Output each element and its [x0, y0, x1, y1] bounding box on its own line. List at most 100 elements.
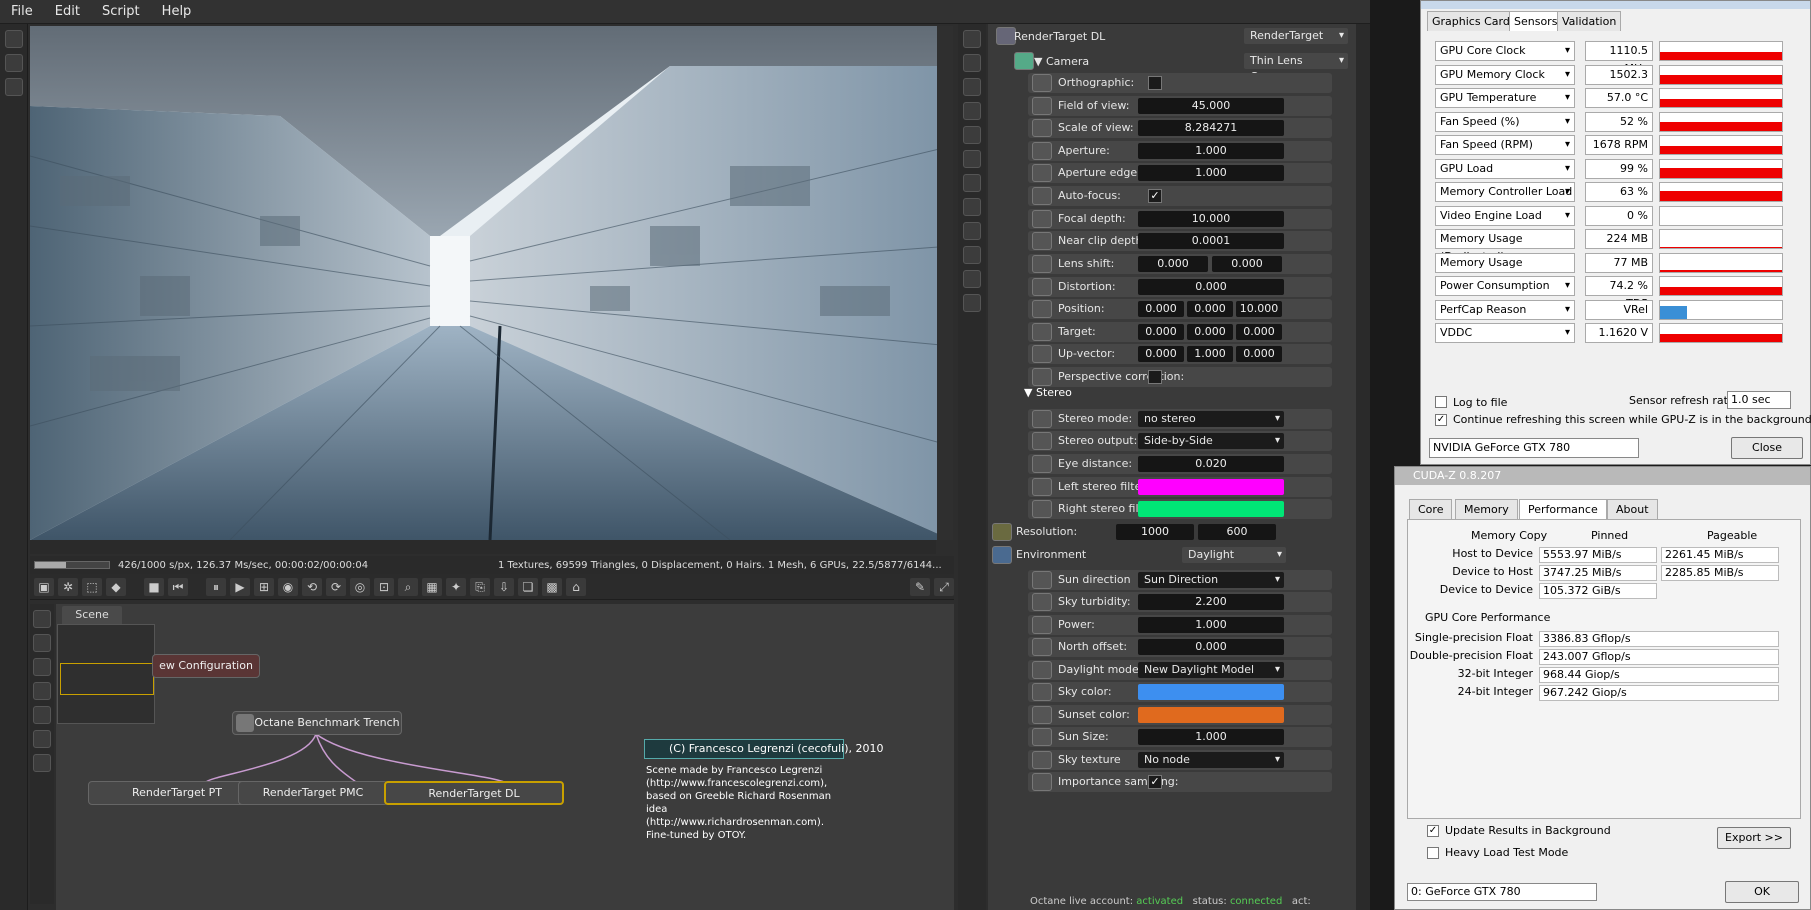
prop-anim-icon[interactable] — [1032, 432, 1052, 450]
refresh-rate-select[interactable]: 1.0 sec — [1727, 391, 1791, 409]
prop-anim-icon[interactable] — [1032, 500, 1052, 518]
prop-value-power[interactable]: 1.000 — [1138, 617, 1284, 633]
prop-color-swatch-sky-color[interactable] — [1138, 684, 1284, 700]
camera-type-select[interactable]: Thin Lens Camera — [1244, 53, 1348, 83]
mesh-icon[interactable] — [963, 174, 981, 192]
prop-select-daylight-model[interactable]: New Daylight Model — [1138, 662, 1284, 678]
tool-icon[interactable]: ⊡ — [374, 577, 394, 596]
prop-value-focal[interactable]: 10.000 — [1138, 211, 1284, 227]
prop-value-turbidity[interactable]: 2.200 — [1138, 594, 1284, 610]
node-tool-icon[interactable] — [33, 610, 51, 628]
prop-value-scale[interactable]: 8.284271 — [1138, 120, 1284, 136]
prop-anim-icon[interactable] — [1032, 119, 1052, 137]
region-icon[interactable]: ⬚ — [82, 577, 102, 596]
node-tool-icon[interactable] — [33, 634, 51, 652]
tab-about[interactable]: About — [1607, 499, 1658, 519]
environment-label[interactable]: Environment — [1016, 548, 1086, 561]
prop-anim-icon[interactable] — [1032, 323, 1052, 341]
prop-checkbox-autofocus[interactable]: ✓ — [1148, 189, 1162, 203]
prop-value-aperture[interactable]: 1.000 — [1138, 143, 1284, 159]
prop-value-eye[interactable]: 0.020 — [1138, 456, 1284, 472]
prop-value-y[interactable]: 1.000 — [1187, 346, 1233, 362]
prop-value-aperture-edge[interactable]: 1.000 — [1138, 165, 1284, 181]
sensor-name-select[interactable]: GPU Memory Clock — [1435, 64, 1575, 85]
prop-anim-icon[interactable] — [1032, 728, 1052, 746]
node-graph-minimap[interactable] — [57, 624, 155, 724]
node-tool-icon[interactable] — [33, 730, 51, 748]
sensor-name-select[interactable]: PerfCap Reason — [1435, 299, 1575, 320]
prop-anim-icon[interactable] — [1032, 300, 1052, 318]
prop-anim-icon[interactable] — [1032, 410, 1052, 428]
tab-performance[interactable]: Performance — [1519, 499, 1607, 519]
viewport-vertical-scrollbar[interactable] — [937, 26, 953, 540]
prop-anim-icon[interactable] — [1032, 164, 1052, 182]
sensor-name-select[interactable]: Memory Controller Load — [1435, 182, 1575, 202]
prop-anim-icon[interactable] — [1032, 593, 1052, 611]
prop-value-near[interactable]: 0.0001 — [1138, 233, 1284, 249]
tool-icon[interactable]: ⌂ — [566, 577, 586, 596]
prop-anim-icon[interactable] — [1032, 278, 1052, 296]
tool-icon[interactable]: ❏ — [518, 577, 538, 596]
sensor-name-select[interactable]: Fan Speed (RPM) — [1435, 135, 1575, 155]
prop-checkbox-orthographic[interactable] — [1148, 76, 1162, 90]
monitor-icon[interactable] — [963, 150, 981, 168]
prop-anim-icon[interactable] — [1032, 706, 1052, 724]
menu-help[interactable]: Help — [151, 4, 203, 19]
prop-anim-icon[interactable] — [1032, 773, 1052, 791]
tool-icon[interactable]: ⎘ — [470, 577, 490, 596]
node-tool-icon[interactable] — [33, 754, 51, 772]
save-image-icon[interactable]: ▣ — [34, 577, 54, 596]
prop-value-y[interactable]: 0.000 — [1187, 324, 1233, 340]
tab-memory[interactable]: Memory — [1455, 499, 1518, 519]
prop-select-sky-texture[interactable]: No node — [1138, 752, 1284, 768]
update-background-checkbox[interactable]: ✓ — [1427, 825, 1439, 837]
zoom-icon[interactable]: ⌕ — [398, 577, 418, 596]
prop-anim-icon[interactable] — [1032, 571, 1052, 589]
tool-icon[interactable]: ⇩ — [494, 577, 514, 596]
image-icon[interactable] — [963, 102, 981, 120]
prop-value-x[interactable]: 0.000 — [1138, 324, 1184, 340]
close-button[interactable]: Close — [1731, 437, 1803, 459]
material-icon[interactable] — [963, 270, 981, 288]
prop-select-stereo-mode[interactable]: no stereo — [1138, 411, 1284, 427]
prop-value-z[interactable]: 10.000 — [1236, 301, 1282, 317]
texture-icon[interactable] — [963, 246, 981, 264]
tool-icon[interactable]: ◉ — [278, 577, 298, 596]
prop-anim-icon[interactable] — [1032, 187, 1052, 205]
clear-icon[interactable]: ✲ — [58, 577, 78, 596]
prop-value-x[interactable]: 0.000 — [1138, 256, 1208, 272]
prop-anim-icon[interactable] — [1032, 638, 1052, 656]
render-viewport[interactable] — [30, 26, 952, 540]
menu-edit[interactable]: Edit — [44, 4, 91, 19]
prop-color-swatch-right-filter[interactable] — [1138, 501, 1284, 517]
prop-value-z[interactable]: 0.000 — [1236, 324, 1282, 340]
sensor-name-select[interactable]: GPU Core Clock — [1435, 41, 1575, 61]
prop-anim-icon[interactable] — [1032, 345, 1052, 363]
tab-sensors[interactable]: Sensors — [1509, 11, 1563, 31]
tool-icon[interactable]: ◎ — [350, 577, 370, 596]
prop-anim-icon[interactable] — [1032, 255, 1052, 273]
stop-icon[interactable]: ■ — [144, 577, 164, 596]
rendertarget-pmc-node[interactable]: RenderTarget PMC — [238, 781, 388, 805]
export-button[interactable]: Export >> — [1717, 827, 1791, 849]
prop-anim-icon[interactable] — [1032, 616, 1052, 634]
prop-anim-icon[interactable] — [1032, 478, 1052, 496]
prop-value-y[interactable]: 0.000 — [1212, 256, 1282, 272]
sensor-name-select[interactable]: GPU Temperature — [1435, 88, 1575, 108]
benchmark-node[interactable]: Octane Benchmark Trench — [232, 711, 402, 735]
menu-file[interactable]: File — [0, 4, 44, 19]
prop-value-x[interactable]: 0.000 — [1138, 346, 1184, 362]
sensor-name-select[interactable]: Power Consumption — [1435, 276, 1575, 296]
prop-select-stereo-output[interactable]: Side-by-Side — [1138, 433, 1284, 449]
rendertarget-type-select[interactable]: RenderTarget — [1244, 28, 1348, 44]
sensor-name-select[interactable]: Memory Usage (Dedicated) — [1435, 229, 1575, 266]
sensor-name-select[interactable]: GPU Load — [1435, 158, 1575, 179]
pin-icon[interactable] — [4, 30, 23, 48]
prop-color-swatch-sunset-color[interactable] — [1138, 707, 1284, 723]
tool-icon[interactable]: ⟲ — [302, 577, 322, 596]
continue-refresh-checkbox[interactable]: ✓ — [1435, 414, 1447, 426]
prop-value-north[interactable]: 0.000 — [1138, 639, 1284, 655]
prop-value-z[interactable]: 0.000 — [1236, 346, 1282, 362]
stereo-section-label[interactable]: ▼ Stereo — [1024, 386, 1072, 399]
node-tool-icon[interactable] — [33, 682, 51, 700]
